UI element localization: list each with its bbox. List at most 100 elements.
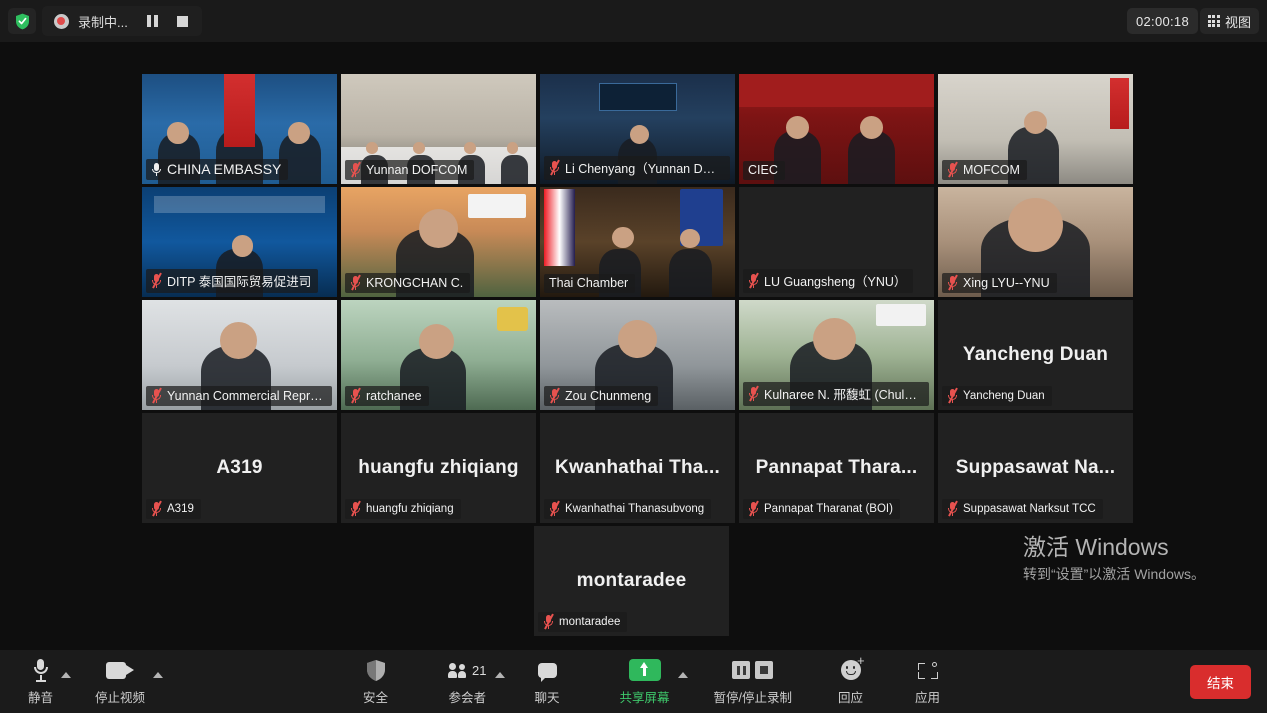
participant-tile[interactable]: KRONGCHAN C. bbox=[341, 187, 536, 297]
microphone-icon bbox=[33, 657, 49, 683]
participant-tile[interactable]: Li Chenyang（Yunnan DOFC... bbox=[540, 74, 735, 184]
stop-video-button[interactable]: 停止视频 bbox=[93, 650, 147, 713]
chat-bubble-icon bbox=[537, 657, 557, 683]
participant-name-badge: MOFCOM bbox=[942, 160, 1027, 180]
participant-name: ratchanee bbox=[366, 388, 422, 403]
participant-name-badge: Xing LYU--YNU bbox=[942, 273, 1057, 293]
participant-tile[interactable]: DITP 泰国国际贸易促进司 bbox=[142, 187, 337, 297]
stop-icon[interactable] bbox=[755, 661, 774, 679]
microphone-muted-icon bbox=[350, 274, 361, 291]
participant-tile[interactable]: Suppasawat Na... Suppasawat Narksut TCC bbox=[938, 413, 1133, 523]
chat-button[interactable]: 聊天 bbox=[533, 650, 562, 713]
participant-name-badge: DITP 泰国国际贸易促进司 bbox=[146, 269, 319, 293]
meeting-toolbar: 静音 停止视频 安全 21 参会者 聊天 共享屏幕 暂停/停止录制 + 回应 应… bbox=[0, 650, 1267, 713]
microphone-muted-icon bbox=[748, 500, 759, 517]
microphone-muted-icon bbox=[151, 272, 162, 289]
view-label: 视图 bbox=[1224, 14, 1251, 30]
participant-tile[interactable]: Yancheng Duan Yancheng Duan bbox=[938, 300, 1133, 410]
participant-name-badge: Yunnan DOFCOM bbox=[345, 160, 475, 180]
participant-tile[interactable]: Pannapat Thara... Pannapat Tharanat (BOI) bbox=[739, 413, 934, 523]
share-options-chevron-up-icon[interactable] bbox=[677, 671, 688, 678]
people-icon: 21 bbox=[448, 657, 487, 683]
participant-name-badge: CHINA EMBASSY bbox=[146, 159, 289, 180]
participant-name: CHINA EMBASSY bbox=[167, 161, 282, 177]
mute-label: 静音 bbox=[28, 691, 54, 705]
microphone-muted-icon bbox=[549, 500, 560, 517]
participant-tile[interactable]: ratchanee bbox=[341, 300, 536, 410]
smiley-plus-icon: + bbox=[840, 654, 865, 683]
participant-row: A319 A319 huangfu zhiqiang huangfu zhiqiang… bbox=[142, 413, 1133, 523]
microphone-muted-icon bbox=[350, 161, 361, 178]
participant-tile[interactable]: CHINA EMBASSY bbox=[142, 74, 337, 184]
share-screen-button[interactable]: 共享屏幕 bbox=[618, 650, 672, 713]
participant-name: MOFCOM bbox=[963, 162, 1020, 177]
participants-count: 21 bbox=[472, 662, 487, 678]
participants-chevron-up-icon[interactable] bbox=[494, 671, 505, 678]
end-meeting-button[interactable]: 结束 bbox=[1190, 664, 1251, 699]
shield-check-icon bbox=[15, 13, 29, 29]
participants-label: 参会者 bbox=[448, 691, 487, 705]
participant-tile[interactable]: MOFCOM bbox=[938, 74, 1133, 184]
stop-icon bbox=[177, 15, 189, 27]
participant-name-badge: montaradee bbox=[538, 612, 628, 632]
record-label: 暂停/停止录制 bbox=[713, 691, 793, 705]
pause-icon[interactable] bbox=[732, 661, 751, 679]
microphone-muted-icon bbox=[748, 385, 759, 402]
participant-name: LU Guangsheng（YNU） bbox=[764, 275, 907, 289]
participant-tile[interactable]: Kulnaree N. 邢馥虹 (Chulalo... bbox=[739, 300, 934, 410]
pause-stop-recording-button[interactable]: 暂停/停止录制 bbox=[712, 650, 794, 713]
meeting-timer: 02:00:18 bbox=[1126, 8, 1198, 34]
chat-label: 聊天 bbox=[534, 691, 560, 705]
video-gallery: CHINA EMBASSY Yunnan DOFCOM Li Chenyang（Yu… bbox=[0, 42, 1267, 650]
meeting-info-shield-button[interactable] bbox=[8, 8, 36, 34]
microphone-muted-icon bbox=[947, 161, 958, 178]
participant-tile[interactable]: Thai Chamber bbox=[540, 187, 735, 297]
timer-value: 02:00:18 bbox=[1135, 13, 1189, 29]
participant-tile[interactable]: Yunnan Commercial Repres... bbox=[142, 300, 337, 410]
participant-name-badge: Kulnaree N. 邢馥虹 (Chulalo... bbox=[743, 382, 929, 406]
participant-tile[interactable]: A319 A319 bbox=[142, 413, 337, 523]
participant-name: montaradee bbox=[559, 615, 621, 628]
camera-icon bbox=[106, 657, 135, 683]
microphone-muted-icon bbox=[543, 613, 554, 630]
participant-row: Yunnan Commercial Repres... ratchanee Zou … bbox=[142, 300, 1133, 410]
audio-options-chevron-up-icon[interactable] bbox=[61, 671, 72, 678]
security-label: 安全 bbox=[363, 691, 389, 705]
participant-name: DITP 泰国国际贸易促进司 bbox=[167, 275, 312, 289]
participant-tile[interactable]: Yunnan DOFCOM bbox=[341, 74, 536, 184]
participant-name-badge: Li Chenyang（Yunnan DOFC... bbox=[544, 156, 730, 180]
microphone-muted-icon bbox=[748, 272, 759, 289]
participants-button[interactable]: 21 参会者 bbox=[446, 650, 488, 713]
participant-tile[interactable]: huangfu zhiqiang huangfu zhiqiang bbox=[341, 413, 536, 523]
participant-tile[interactable]: Zou Chunmeng bbox=[540, 300, 735, 410]
security-button[interactable]: 安全 bbox=[361, 650, 390, 713]
share-screen-label: 共享屏幕 bbox=[619, 691, 670, 705]
participant-tile[interactable]: LU Guangsheng（YNU） bbox=[739, 187, 934, 297]
participant-name: Suppasawat Narksut TCC bbox=[963, 502, 1096, 515]
participant-tile[interactable]: Xing LYU--YNU bbox=[938, 187, 1133, 297]
participant-tile[interactable]: montaradee montaradee bbox=[534, 526, 729, 636]
pause-recording-button[interactable] bbox=[138, 6, 168, 36]
participant-tile[interactable]: Kwanhathai Tha... Kwanhathai Thanasubvong bbox=[540, 413, 735, 523]
microphone-muted-icon bbox=[350, 500, 361, 517]
participant-name: huangfu zhiqiang bbox=[366, 502, 454, 515]
recording-indicator: 录制中... bbox=[42, 6, 202, 36]
participant-name-badge: Pannapat Tharanat (BOI) bbox=[743, 499, 900, 519]
participant-name: Zou Chunmeng bbox=[565, 388, 652, 403]
participant-name-badge: Yunnan Commercial Repres... bbox=[146, 386, 332, 406]
participant-row: DITP 泰国国际贸易促进司 KRONGCHAN C. Thai Chamber LU… bbox=[142, 187, 1133, 297]
participant-name-badge: A319 bbox=[146, 499, 201, 519]
view-button[interactable]: 视图 bbox=[1199, 8, 1259, 34]
apps-button[interactable]: 应用 bbox=[913, 650, 942, 713]
participant-name: CIEC bbox=[748, 163, 778, 177]
video-options-chevron-up-icon[interactable] bbox=[153, 671, 164, 678]
participant-name-badge: Yancheng Duan bbox=[942, 386, 1052, 406]
microphone-muted-icon bbox=[350, 387, 361, 404]
participant-tile[interactable]: CIEC bbox=[739, 74, 934, 184]
participant-name: Li Chenyang（Yunnan DOFC... bbox=[565, 162, 723, 176]
microphone-muted-icon bbox=[549, 159, 560, 176]
reactions-button[interactable]: + 回应 bbox=[836, 650, 865, 713]
participant-row: montaradee montaradee bbox=[142, 526, 1121, 636]
mute-button[interactable]: 静音 bbox=[26, 650, 55, 713]
stop-recording-button[interactable] bbox=[168, 6, 198, 36]
